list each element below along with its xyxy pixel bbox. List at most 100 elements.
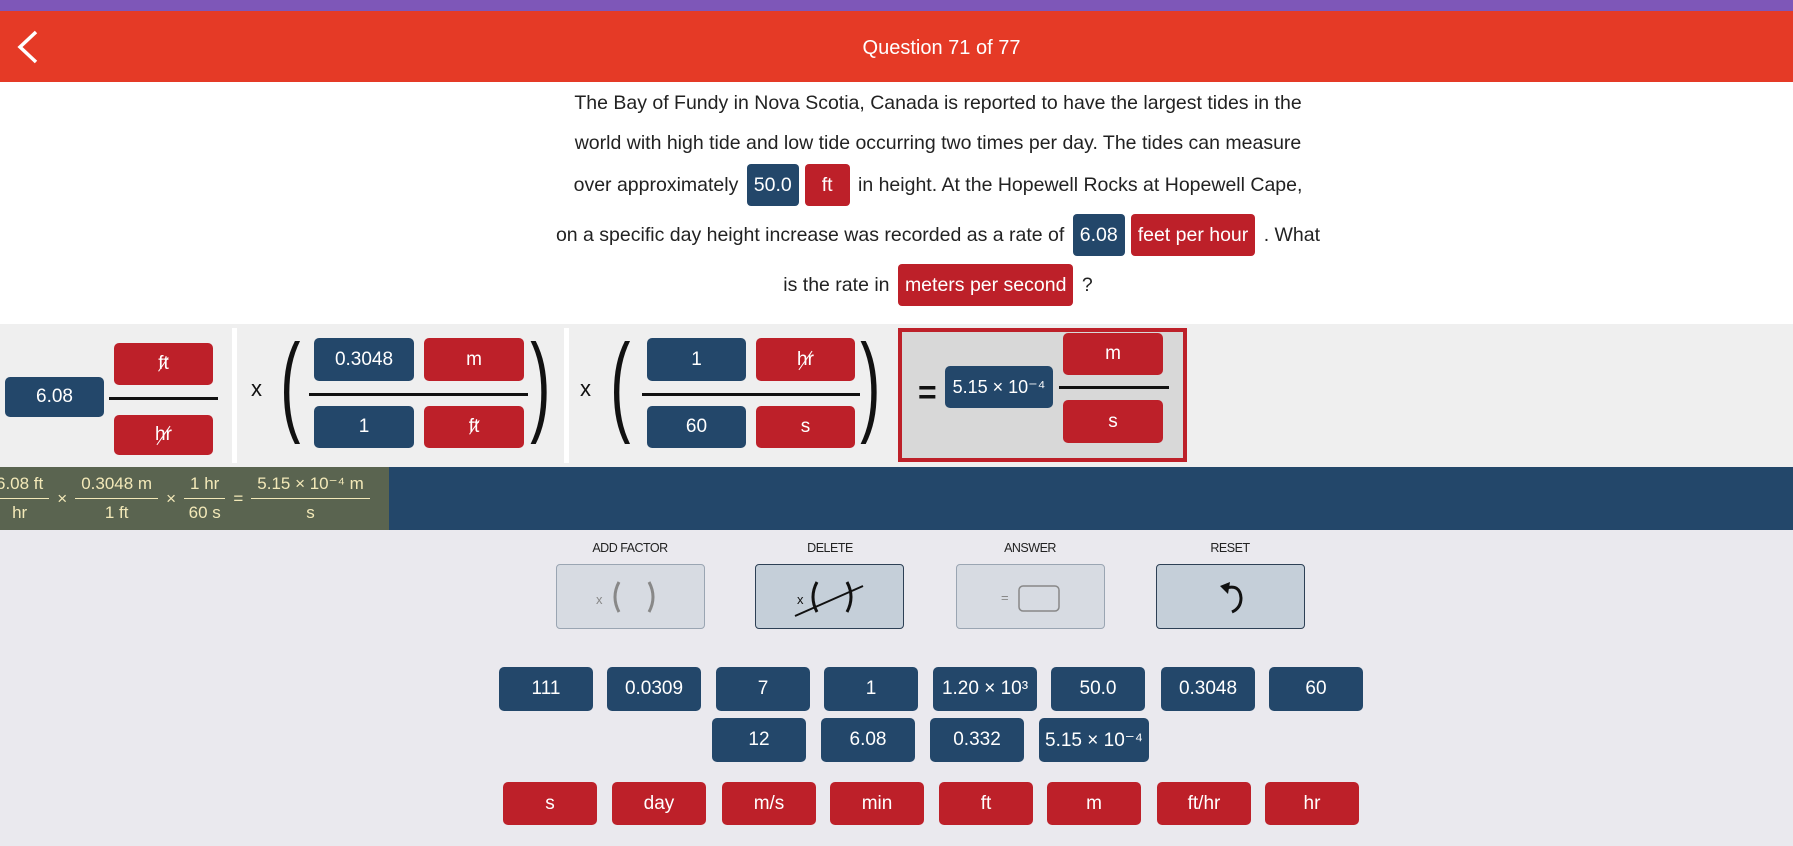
number-tile[interactable]: 0.332 <box>930 718 1024 762</box>
factor-1-num-value[interactable]: 0.3048 <box>314 338 414 381</box>
number-tile[interactable]: 50.0 <box>1051 667 1145 711</box>
unit-tile[interactable]: ft <box>939 782 1033 825</box>
numerator: 5.15 × 10⁻⁴ m <box>251 474 370 499</box>
header: Question 71 of 77 <box>0 11 1793 82</box>
factor-2-num-unit[interactable]: hr <box>756 338 855 381</box>
number-tile[interactable]: 1 <box>824 667 918 711</box>
unit-tile[interactable]: m <box>1047 782 1141 825</box>
equals-sign: = <box>233 488 244 508</box>
factor-1-den-unit[interactable]: ft <box>424 406 524 448</box>
answer-box[interactable]: = 5.15 × 10⁻⁴ m s <box>898 328 1187 462</box>
question-line: over approximately 50.0 ft in height. At … <box>0 164 1793 206</box>
value-chip: 50.0 <box>746 164 799 206</box>
unit-tile[interactable]: min <box>830 782 924 825</box>
cancelled-unit: ft <box>158 353 169 374</box>
number-tile[interactable]: 0.3048 <box>1161 667 1255 711</box>
summary-fraction: 1 hr 60 s <box>184 474 226 523</box>
text: ? <box>1081 274 1093 296</box>
number-tile[interactable]: 0.0309 <box>607 667 701 711</box>
svg-text:x: x <box>596 592 603 607</box>
denominator: hr <box>12 503 28 522</box>
unit-chip: ft <box>804 164 850 206</box>
denominator: 1 ft <box>104 503 129 522</box>
numerator: 6.08 ft <box>0 474 50 499</box>
unit-tile[interactable]: hr <box>1265 782 1359 825</box>
undo-icon <box>1219 581 1243 613</box>
factor-1-num-unit[interactable]: m <box>424 338 524 381</box>
answer-button[interactable]: = <box>956 564 1105 629</box>
unit-tile[interactable]: m/s <box>722 782 816 825</box>
text: on a specific day height increase was re… <box>555 224 1065 246</box>
page-title: Question 71 of 77 <box>862 37 1021 59</box>
add-factor-label: ADD FACTOR <box>592 541 668 555</box>
given-den-unit[interactable]: hr <box>114 415 213 455</box>
number-tile[interactable]: 60 <box>1269 667 1363 711</box>
numerator: 1 hr <box>184 474 226 499</box>
summary-fraction: 5.15 × 10⁻⁴ m s <box>251 474 370 523</box>
question-line: is the rate in meters per second ? <box>0 264 1793 306</box>
fraction-line <box>1059 386 1169 389</box>
unit-chip: feet per hour <box>1130 214 1256 256</box>
question-text: The Bay of Fundy in Nova Scotia, Canada … <box>0 82 1793 324</box>
add-factor-button[interactable]: x <box>556 564 705 629</box>
times-sign: × <box>166 488 177 508</box>
delete-label: DELETE <box>807 541 853 555</box>
top-strip <box>0 0 1793 11</box>
equation-workspace: 6.08 ft hr x ( 0.3048 m 1 ft ) x ( 1 hr … <box>0 324 1793 467</box>
text: . What <box>1263 224 1321 246</box>
answer-den-unit[interactable]: s <box>1063 400 1163 443</box>
times-sign: × <box>57 488 68 508</box>
text: over approximately <box>573 174 739 196</box>
times-sign: x <box>580 376 591 401</box>
denominator: 60 s <box>188 503 221 522</box>
fraction-line <box>109 397 218 400</box>
factor-2-num-value[interactable]: 1 <box>647 338 746 381</box>
unit-chip: meters per second <box>897 264 1074 306</box>
svg-text:x: x <box>797 592 804 607</box>
svg-text:=: = <box>1001 590 1009 605</box>
reset-label: RESET <box>1210 541 1250 555</box>
question-line: on a specific day height increase was re… <box>0 214 1793 256</box>
delete-factor-icon: x <box>794 580 863 617</box>
equals-sign: = <box>918 374 937 410</box>
text: in height. At the Hopewell Rocks at Hope… <box>857 174 1303 196</box>
number-tile[interactable]: 1.20 × 10³ <box>933 667 1037 711</box>
text: is the rate in <box>783 274 890 296</box>
given-value[interactable]: 6.08 <box>5 377 104 417</box>
times-sign: x <box>251 376 262 401</box>
number-tile[interactable]: 7 <box>716 667 810 711</box>
open-paren: ( <box>610 322 631 445</box>
number-tile[interactable]: 111 <box>499 667 593 711</box>
answer-label: ANSWER <box>1004 541 1056 555</box>
denominator: s <box>306 503 315 522</box>
summary-fraction: 0.3048 m 1 ft <box>75 474 159 523</box>
cancelled-unit: hr <box>155 424 172 445</box>
answer-value[interactable]: 5.15 × 10⁻⁴ <box>945 366 1053 408</box>
unit-tile[interactable]: ft/hr <box>1157 782 1251 825</box>
cancelled-unit: hr <box>797 348 814 370</box>
open-paren: ( <box>280 322 301 445</box>
factor-1-den-value[interactable]: 1 <box>314 406 414 448</box>
answer-icon: = <box>1001 584 1060 612</box>
answer-num-unit[interactable]: m <box>1063 333 1163 375</box>
number-tile[interactable]: 5.15 × 10⁻⁴ <box>1039 718 1149 762</box>
question-line: The Bay of Fundy in Nova Scotia, Canada … <box>574 92 1302 114</box>
close-paren: ) <box>860 322 881 445</box>
summary-fraction: 6.08 ft hr <box>0 474 50 523</box>
cancelled-unit: ft <box>468 416 480 437</box>
unit-tile[interactable]: day <box>612 782 706 825</box>
reset-button[interactable] <box>1156 564 1305 629</box>
value-chip: 6.08 <box>1072 214 1125 256</box>
factor-2-den-value[interactable]: 60 <box>647 406 746 448</box>
close-paren: ) <box>530 322 551 445</box>
fraction-line <box>642 393 860 396</box>
fraction-line <box>309 393 528 396</box>
number-tile[interactable]: 12 <box>712 718 806 762</box>
numerator: 0.3048 m <box>75 474 159 499</box>
factor-2-den-unit[interactable]: s <box>756 406 855 448</box>
given-num-unit[interactable]: ft <box>114 343 213 385</box>
unit-tile[interactable]: s <box>503 782 597 825</box>
summary-equation: 6.08 ft hr × 0.3048 m 1 ft × 1 hr 60 s = 5.… <box>0 467 389 530</box>
delete-button[interactable]: x <box>755 564 904 629</box>
number-tile[interactable]: 6.08 <box>821 718 915 762</box>
